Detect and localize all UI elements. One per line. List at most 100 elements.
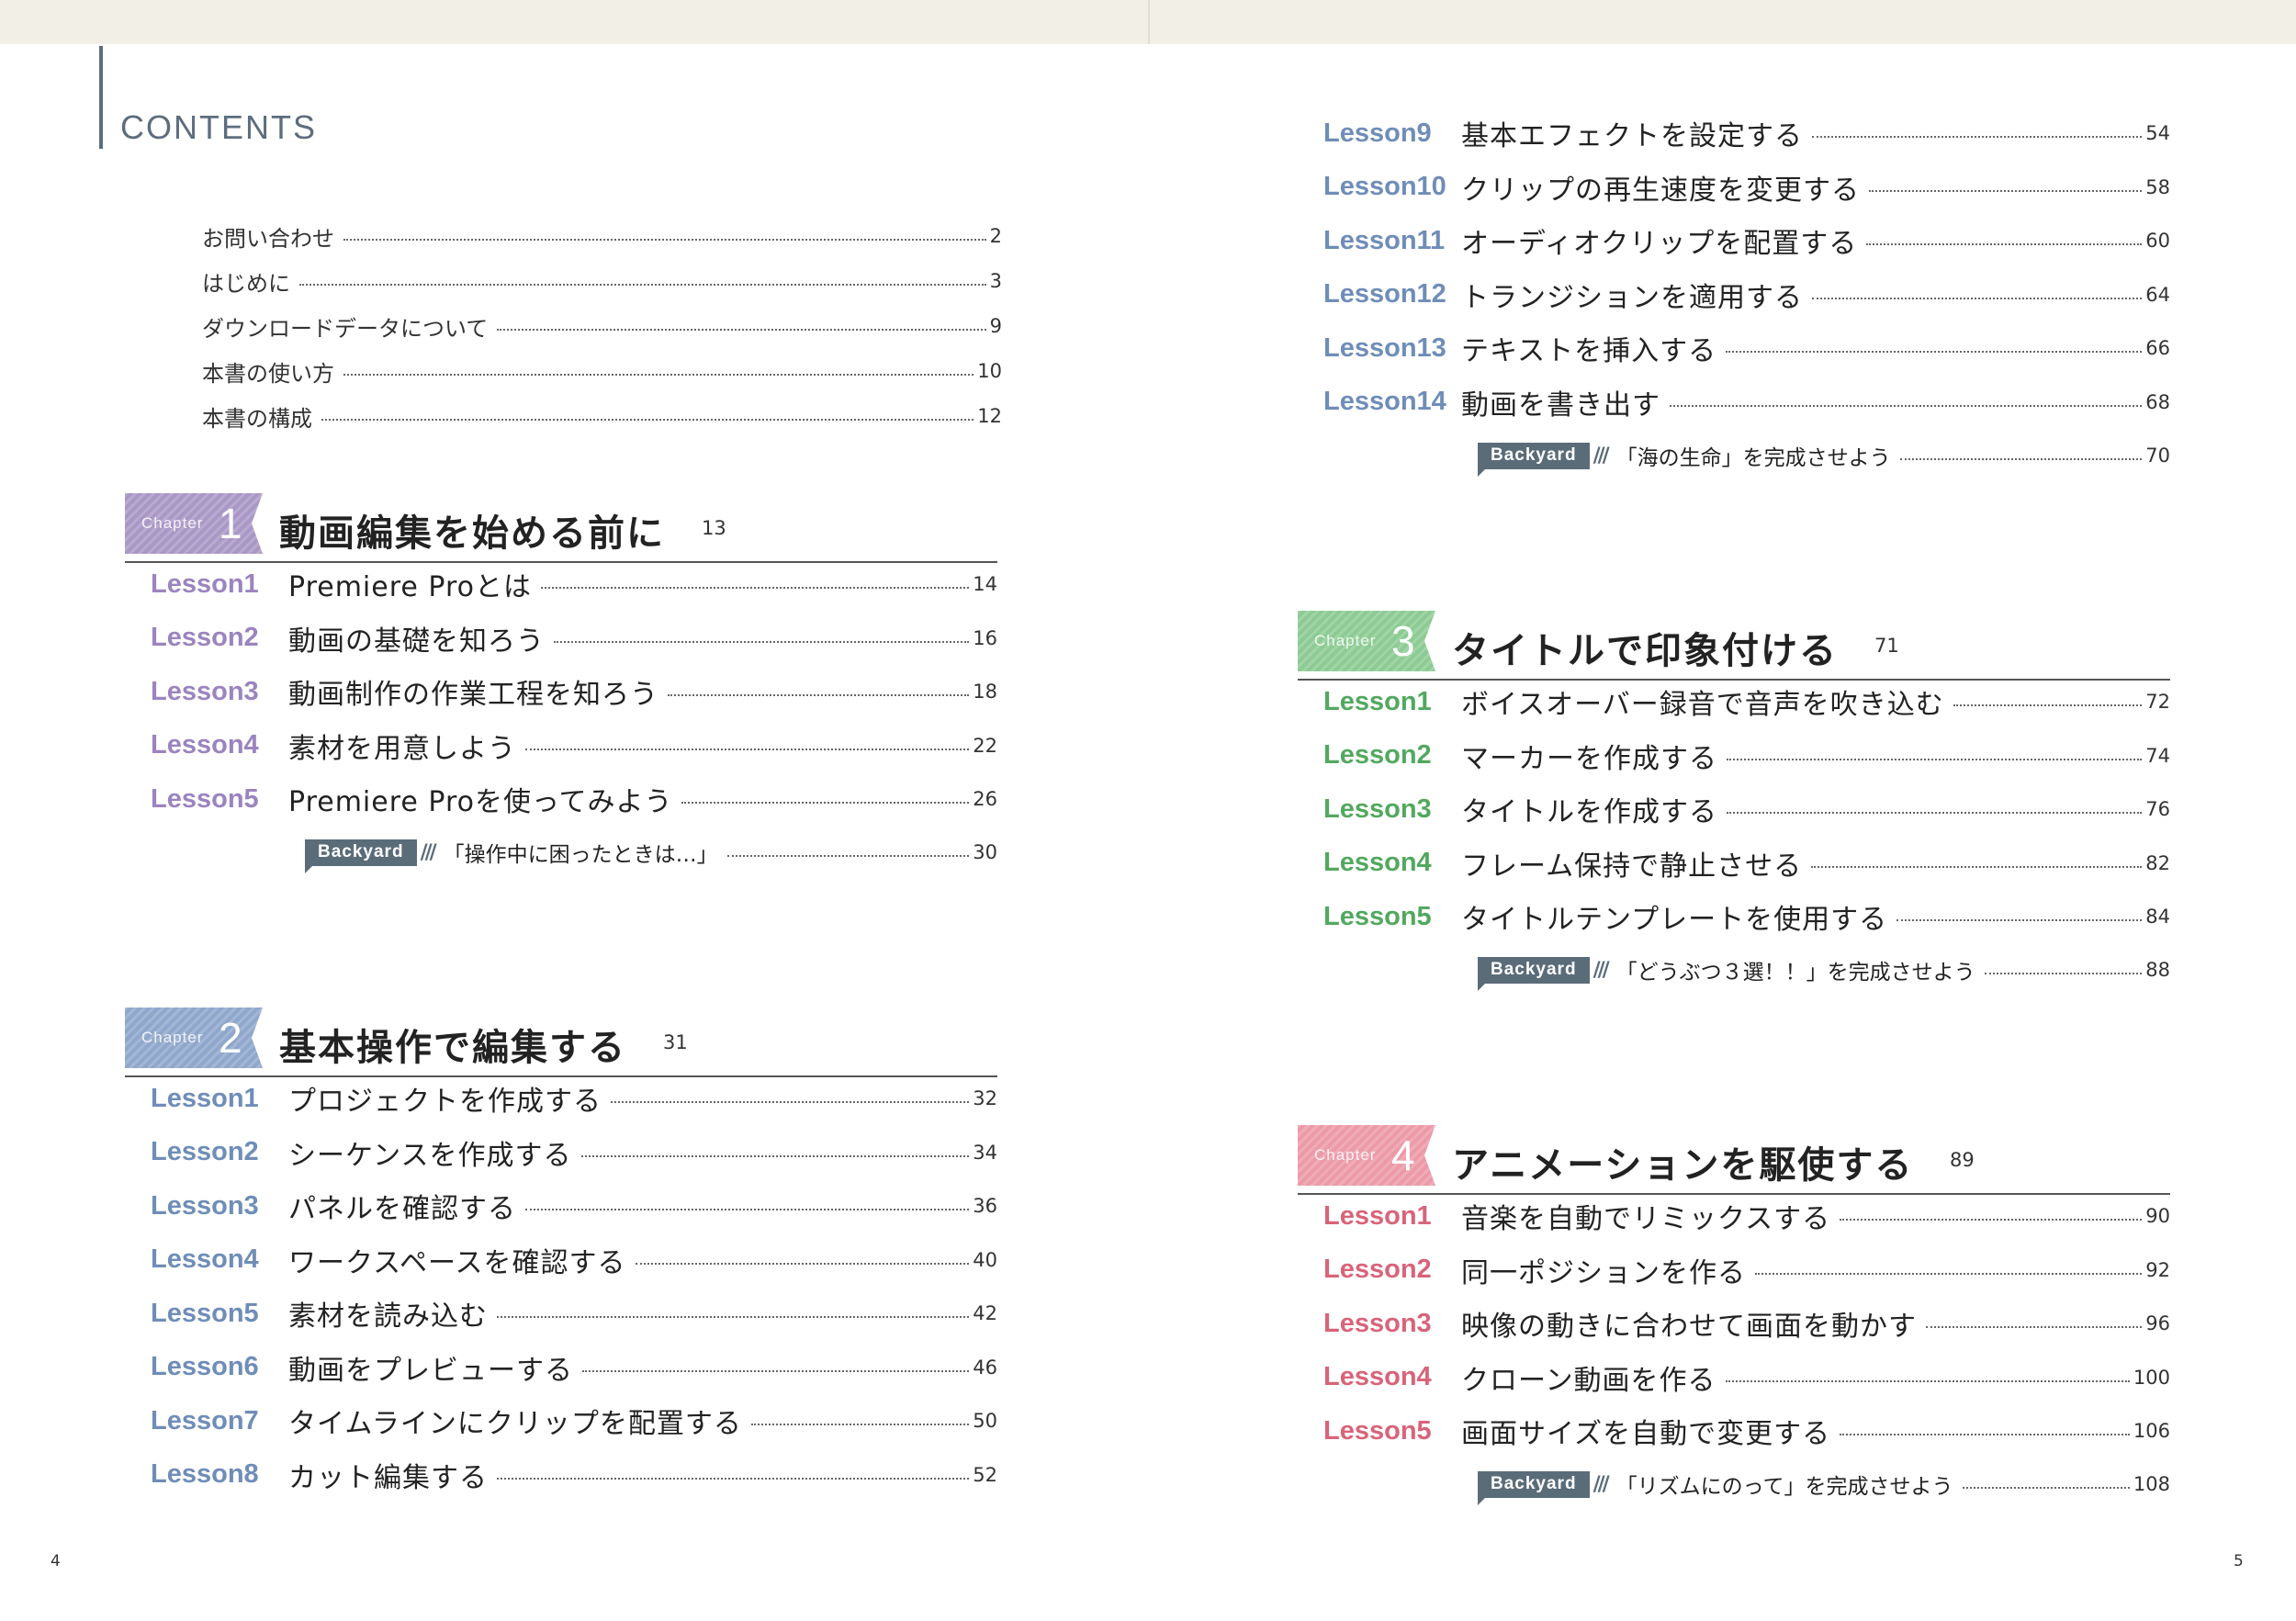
lesson-entry[interactable]: Lesson3 映像の動きに合わせて画面を動かす 96 xyxy=(1323,1300,2170,1346)
chapter-title[interactable]: 基本操作で編集する xyxy=(279,1018,626,1071)
toc-entry-3[interactable]: ダウンロードデータについて 9 xyxy=(202,303,1002,349)
dot-leader xyxy=(726,855,970,857)
backyard-entry[interactable]: Backyard/// 「操作中に困ったときは…」 30 xyxy=(151,829,997,875)
chapter-header-4: Chapter 4 アニメーションを駆使する 89 xyxy=(1298,1112,2170,1195)
lesson-entry[interactable]: Lesson5 Premiere Proを使ってみよう 26 xyxy=(151,776,997,822)
lesson-page: 64 xyxy=(2145,283,2170,306)
lesson-entry[interactable]: Lesson3 タイトルを作成する 76 xyxy=(1323,786,2170,832)
lesson-entry[interactable]: Lesson9 基本エフェクトを設定する 54 xyxy=(1323,110,2170,156)
toc-entry-page: 2 xyxy=(989,225,1002,247)
lesson-entry[interactable]: Lesson4 クローン動画を作る 100 xyxy=(1323,1355,2170,1401)
lesson-entry[interactable]: Lesson13 テキストを挿入する 66 xyxy=(1323,325,2170,371)
dot-leader xyxy=(1670,404,2143,407)
lesson-entry[interactable]: Lesson12 トランジションを適用する 64 xyxy=(1323,272,2170,318)
lesson-entry[interactable]: Lesson3 動画制作の作業工程を知ろう 18 xyxy=(151,669,997,715)
lesson-page: 16 xyxy=(973,626,997,649)
lesson-title: タイムラインにクリップを配置する xyxy=(288,1408,742,1440)
lesson-entry[interactable]: Lesson1 Premiere Proとは 14 xyxy=(151,561,997,607)
lesson-page: 84 xyxy=(2145,906,2170,928)
lesson-number: Lesson3 xyxy=(151,1190,259,1221)
chapter-title[interactable]: アニメーションを駆使する xyxy=(1452,1135,1913,1188)
lesson-entry[interactable]: Lesson6 動画をプレビューする 46 xyxy=(151,1345,997,1390)
lesson-page: 18 xyxy=(973,681,997,703)
lesson-entry[interactable]: Lesson2 シーケンスを作成する 34 xyxy=(151,1130,997,1176)
lesson-title: クローン動画を作る xyxy=(1461,1364,1716,1397)
dot-leader xyxy=(1725,1379,2130,1382)
chapter-number: 3 xyxy=(1391,617,1415,665)
lesson-page: 36 xyxy=(973,1195,997,1217)
toc-entry-title: 本書の構成 xyxy=(202,405,312,432)
lesson-page: 42 xyxy=(973,1302,997,1324)
toc-entry-2[interactable]: はじめに 3 xyxy=(202,258,1002,304)
lesson-entry[interactable]: Lesson3 パネルを確認する 36 xyxy=(151,1183,997,1229)
backyard-label-group: Backyard/// 「操作中に困ったときは…」 xyxy=(305,837,718,873)
lesson-title: プロジェクトを作成する xyxy=(288,1086,602,1118)
lesson-title: シーケンスを作成する xyxy=(288,1139,572,1172)
lesson-entry[interactable]: Lesson4 フレーム保持で静止させる 82 xyxy=(1323,840,2170,886)
lesson-page: 34 xyxy=(973,1141,997,1164)
contents-accent-bar xyxy=(99,46,103,149)
chapter-page: 31 xyxy=(663,1031,688,1053)
dot-leader xyxy=(1812,297,2143,299)
lesson-entry[interactable]: Lesson4 素材を用意しよう 22 xyxy=(151,723,997,769)
lesson-page: 60 xyxy=(2145,230,2170,252)
backyard-label-group: Backyard/// 「海の生命」を完成させよう xyxy=(1478,440,1891,477)
lesson-entry[interactable]: Lesson14 動画を書き出す 68 xyxy=(1323,379,2170,425)
backyard-title: 「海の生命」を完成させよう xyxy=(1615,446,1891,470)
lesson-title: テキストを挿入する xyxy=(1461,335,1717,367)
chapter-title[interactable]: タイトルで印象付ける xyxy=(1452,621,1838,674)
lesson-entry[interactable]: Lesson7 タイムラインにクリップを配置する 50 xyxy=(151,1398,997,1444)
lesson-entry[interactable]: Lesson2 動画の基礎を知ろう 16 xyxy=(151,615,997,661)
chapter-title[interactable]: 動画編集を始める前に xyxy=(279,503,665,557)
lesson-entry[interactable]: Lesson2 マーカーを作成する 74 xyxy=(1323,733,2170,779)
chapter-word: Chapter xyxy=(141,514,204,532)
dot-leader xyxy=(1812,136,2143,138)
lesson-number: Lesson13 xyxy=(1323,332,1446,363)
toc-entry-5[interactable]: 本書の構成 12 xyxy=(202,393,1002,439)
lesson-entry[interactable]: Lesson2 同一ポジションを作る 92 xyxy=(1323,1247,2170,1293)
lesson-page: 90 xyxy=(2145,1205,2170,1227)
lesson-entry[interactable]: Lesson5 画面サイズを自動で変更する 106 xyxy=(1323,1408,2170,1454)
dot-leader xyxy=(635,1262,970,1265)
toc-entry-4[interactable]: 本書の使い方 10 xyxy=(202,348,1002,394)
dot-leader xyxy=(611,1101,970,1103)
dot-leader xyxy=(1869,189,2143,192)
backyard-entry[interactable]: Backyard/// 「リズムにのって」を完成させよう 108 xyxy=(1323,1461,2170,1507)
lesson-entry[interactable]: Lesson5 タイトルテンプレートを使用する 84 xyxy=(1323,894,2170,940)
dot-leader xyxy=(1840,1219,2143,1221)
backyard-entry[interactable]: Backyard/// 「海の生命」を完成させよう 70 xyxy=(1323,433,2170,478)
chapter-header-1: Chapter 1 動画編集を始める前に 13 xyxy=(125,480,997,563)
lesson-title: Premiere Proとは xyxy=(288,571,532,603)
lesson-number: Lesson5 xyxy=(1323,1415,1432,1446)
page-number-right: 5 xyxy=(2234,1552,2244,1570)
backyard-entry[interactable]: Backyard/// 「どうぶつ３選！！」を完成させよう 88 xyxy=(1323,947,2170,993)
lesson-entry[interactable]: Lesson1 ボイスオーバー録音で音声を吹き込む 72 xyxy=(1323,679,2170,725)
dot-leader xyxy=(1984,973,2143,974)
dot-leader xyxy=(321,419,974,421)
lesson-title: マーカーを作成する xyxy=(1461,742,1717,775)
toc-entry-page: 3 xyxy=(989,270,1002,292)
lesson-entry[interactable]: Lesson4 ワークスペースを確認する 40 xyxy=(151,1237,997,1283)
dot-leader xyxy=(525,1209,970,1210)
lesson-number: Lesson5 xyxy=(151,1298,259,1328)
toc-entry-1[interactable]: お問い合わせ 2 xyxy=(202,213,1002,259)
lesson-number: Lesson1 xyxy=(151,568,259,599)
lesson-entry[interactable]: Lesson5 素材を読み込む 42 xyxy=(151,1290,997,1336)
page-header-band-left xyxy=(0,0,1148,44)
chapter-word: Chapter xyxy=(141,1029,204,1046)
lesson-page: 22 xyxy=(973,734,997,757)
lesson-title: Premiere Proを使ってみよう xyxy=(288,786,673,818)
spine-gutter xyxy=(1148,0,1150,44)
lesson-page: 68 xyxy=(2145,390,2170,413)
dot-leader xyxy=(1727,758,2143,760)
lesson-entry[interactable]: Lesson1 音楽を自動でリミックスする 90 xyxy=(1323,1193,2170,1239)
chapter-page: 89 xyxy=(1950,1149,1975,1171)
lesson-entry[interactable]: Lesson11 オーディオクリップを配置する 60 xyxy=(1323,218,2170,264)
lesson-entry[interactable]: Lesson1 プロジェクトを作成する 32 xyxy=(151,1075,997,1121)
lesson-entry[interactable]: Lesson10 クリップの再生速度を変更する 58 xyxy=(1323,164,2170,210)
lesson-title: ワークスペースを確認する xyxy=(288,1246,626,1279)
lesson-entry[interactable]: Lesson8 カット編集する 52 xyxy=(151,1452,997,1498)
lesson-number: Lesson4 xyxy=(151,1244,259,1274)
chapter-header-3: Chapter 3 タイトルで印象付ける 71 xyxy=(1298,598,2170,681)
lesson-number: Lesson3 xyxy=(1323,1308,1432,1338)
